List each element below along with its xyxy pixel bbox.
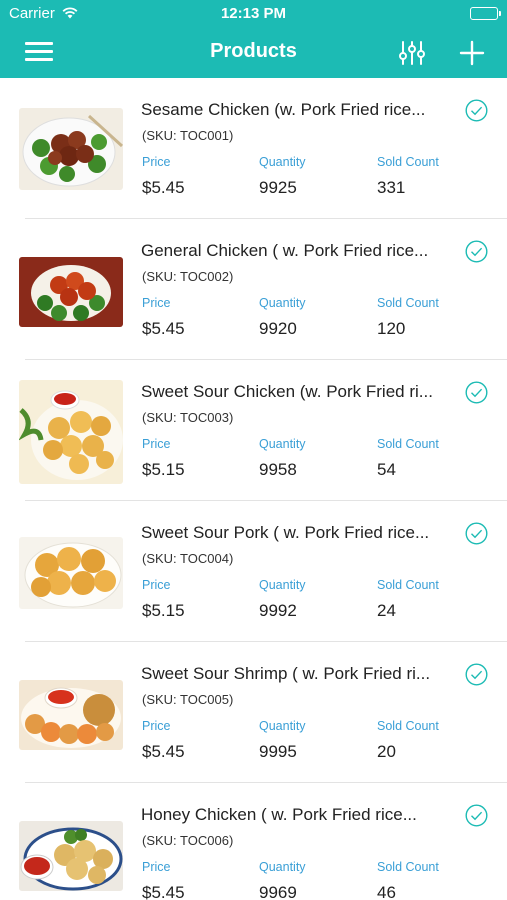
product-name: Sweet Sour Chicken (w. Pork Fried ri... [141, 382, 433, 401]
quantity-label: Quantity [259, 719, 306, 733]
price-value: $5.45 [142, 742, 185, 761]
product-image-sweet-sour-shrimp [19, 680, 123, 750]
price-value: $5.45 [142, 883, 185, 900]
checkmark-circle-icon[interactable] [465, 522, 488, 545]
product-sku: (SKU: TOC006) [142, 833, 234, 848]
sold-count-label: Sold Count [377, 437, 439, 451]
add-product-button[interactable] [459, 40, 485, 66]
plus-icon [459, 40, 485, 66]
checkmark-circle-icon[interactable] [465, 99, 488, 122]
checkmark-circle-icon[interactable] [465, 804, 488, 827]
quantity-value: 9995 [259, 742, 297, 761]
price-value: $5.45 [142, 178, 185, 197]
product-image-general-chicken [19, 257, 123, 327]
sold-count-value: 331 [377, 178, 406, 197]
price-label: Price [142, 578, 171, 592]
quantity-value: 9925 [259, 178, 297, 197]
product-sku: (SKU: TOC005) [142, 692, 234, 707]
sold-count-label: Sold Count [377, 860, 439, 874]
price-label: Price [142, 296, 171, 310]
sold-count-value: 54 [377, 460, 396, 479]
product-sku: (SKU: TOC003) [142, 410, 234, 425]
sold-count-label: Sold Count [377, 296, 439, 310]
sold-count-value: 120 [377, 319, 406, 338]
checkmark-circle-icon[interactable] [465, 663, 488, 686]
product-name: Sesame Chicken (w. Pork Fried rice... [141, 100, 426, 119]
product-row[interactable]: Sesame Chicken (w. Pork Fried rice... (S… [0, 78, 507, 219]
status-bar: Carrier 12:13 PM [0, 0, 507, 28]
sold-count-value: 20 [377, 742, 396, 761]
filter-button[interactable] [398, 39, 426, 67]
checkmark-circle-icon[interactable] [465, 381, 488, 404]
product-sku: (SKU: TOC004) [142, 551, 234, 566]
quantity-value: 9920 [259, 319, 297, 338]
price-value: $5.15 [142, 601, 185, 620]
quantity-label: Quantity [259, 860, 306, 874]
quantity-label: Quantity [259, 296, 306, 310]
product-row[interactable]: Sweet Sour Chicken (w. Pork Fried ri... … [0, 360, 507, 501]
price-value: $5.45 [142, 319, 185, 338]
navigation-bar: Products [0, 28, 507, 78]
product-name: Sweet Sour Pork ( w. Pork Fried rice... [141, 523, 430, 542]
price-value: $5.15 [142, 460, 185, 479]
battery-icon [470, 7, 501, 20]
sold-count-value: 24 [377, 601, 396, 620]
quantity-label: Quantity [259, 437, 306, 451]
product-list: Sesame Chicken (w. Pork Fried rice... (S… [0, 78, 507, 900]
sliders-icon [399, 41, 425, 65]
quantity-value: 9992 [259, 601, 297, 620]
product-row[interactable]: Sweet Sour Shrimp ( w. Pork Fried ri... … [0, 642, 507, 783]
product-sku: (SKU: TOC001) [142, 128, 234, 143]
sold-count-label: Sold Count [377, 155, 439, 169]
price-label: Price [142, 155, 171, 169]
sold-count-label: Sold Count [377, 578, 439, 592]
product-sku: (SKU: TOC002) [142, 269, 234, 284]
quantity-label: Quantity [259, 578, 306, 592]
product-name: General Chicken ( w. Pork Fried rice... [141, 241, 429, 260]
price-label: Price [142, 860, 171, 874]
page-title: Products [210, 40, 297, 62]
price-label: Price [142, 719, 171, 733]
sold-count-label: Sold Count [377, 719, 439, 733]
sold-count-value: 46 [377, 883, 396, 900]
product-name: Honey Chicken ( w. Pork Fried rice... [141, 805, 417, 824]
quantity-label: Quantity [259, 155, 306, 169]
product-image-sweet-sour-chicken [19, 380, 123, 484]
product-row[interactable]: General Chicken ( w. Pork Fried rice... … [0, 219, 507, 360]
product-image-sweet-sour-pork [19, 537, 123, 609]
product-image-sesame-chicken [19, 108, 123, 190]
quantity-value: 9969 [259, 883, 297, 900]
clock: 12:13 PM [220, 5, 287, 22]
product-name: Sweet Sour Shrimp ( w. Pork Fried ri... [141, 664, 431, 683]
product-row[interactable]: Honey Chicken ( w. Pork Fried rice... (S… [0, 783, 507, 900]
product-row[interactable]: Sweet Sour Pork ( w. Pork Fried rice... … [0, 501, 507, 642]
quantity-value: 9958 [259, 460, 297, 479]
checkmark-circle-icon[interactable] [465, 240, 488, 263]
price-label: Price [142, 437, 171, 451]
product-image-honey-chicken [19, 821, 123, 891]
